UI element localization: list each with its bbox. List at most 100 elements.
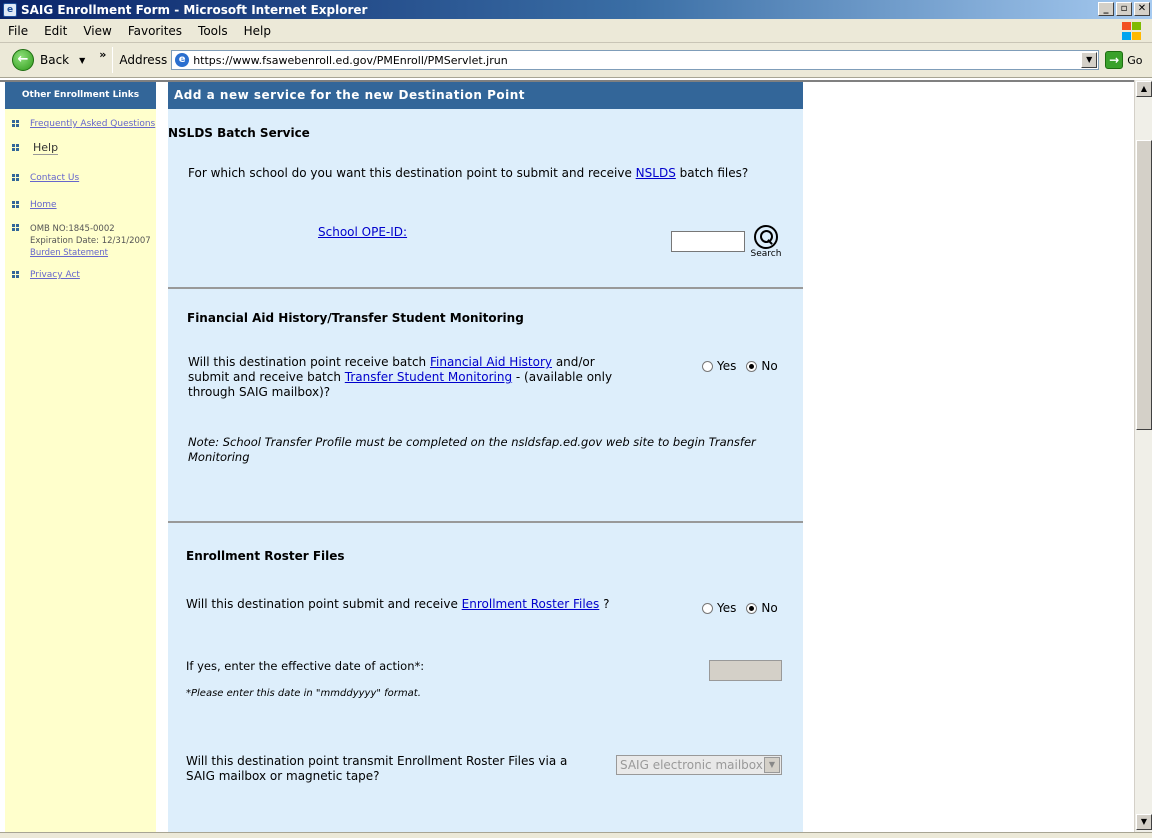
chevron-down-icon[interactable]: ▼: [764, 757, 780, 773]
roster-yes-label: Yes: [717, 601, 737, 615]
sidebar-item-home: Home: [12, 200, 57, 210]
bullet-icon: [12, 271, 19, 278]
omb-number: OMB NO:1845-0002: [30, 224, 115, 234]
go-arrow-icon: →: [1105, 51, 1124, 69]
financial-aid-history-link[interactable]: Financial Aid History: [430, 355, 552, 369]
fah-no-label: No: [761, 359, 778, 373]
nslds-title: NSLDS Batch Service: [168, 126, 310, 140]
transmit-question: Will this destination point transmit Enr…: [186, 754, 568, 783]
fah-yes-option: Yes: [702, 359, 736, 373]
home-link[interactable]: Home: [30, 200, 57, 210]
maximize-button[interactable]: ▫: [1116, 2, 1132, 16]
enrollment-roster-files-link[interactable]: Enrollment Roster Files: [462, 597, 600, 611]
sidebar-header: Other Enrollment Links: [5, 82, 156, 109]
ie-app-icon: e: [3, 2, 17, 17]
sidebar: Other Enrollment Links Frequently Asked …: [5, 82, 156, 832]
vertical-scrollbar[interactable]: ▲ ▼: [1134, 80, 1152, 832]
school-opeid-link[interactable]: School OPE-ID:: [318, 225, 407, 240]
school-opeid-input[interactable]: [671, 231, 745, 252]
menu-help[interactable]: Help: [244, 24, 271, 38]
close-button[interactable]: ✕: [1134, 2, 1150, 16]
menu-edit[interactable]: Edit: [44, 24, 67, 38]
transmit-method-value: SAIG electronic mailbox: [620, 758, 763, 772]
fah-radio-group: Yes No: [702, 359, 788, 373]
bullet-icon: [12, 201, 19, 208]
dropdown-arrow-icon[interactable]: ▼: [79, 56, 85, 65]
menu-file[interactable]: File: [8, 24, 28, 38]
section-divider: [168, 521, 803, 523]
address-url[interactable]: https://www.fsawebenroll.ed.gov/PMEnroll…: [193, 54, 507, 67]
help-link[interactable]: Help: [33, 141, 59, 155]
fah-yes-label: Yes: [717, 359, 737, 373]
effective-date-label: If yes, enter the effective date of acti…: [186, 659, 425, 673]
section-divider: [168, 287, 803, 289]
roster-question: Will this destination point submit and r…: [186, 597, 686, 612]
bullet-icon: [12, 174, 19, 181]
back-arrow-icon: ←: [12, 49, 34, 71]
menu-favorites[interactable]: Favorites: [128, 24, 182, 38]
window-controls: _ ▫ ✕: [1098, 2, 1150, 16]
fah-title: Financial Aid History/Transfer Student M…: [187, 311, 524, 325]
fah-no-radio[interactable]: [746, 360, 758, 372]
fah-question: Will this destination point receive batc…: [188, 355, 628, 400]
search-label: Search: [750, 249, 782, 259]
fah-no-option: No: [746, 359, 778, 373]
status-bar: [0, 832, 1152, 838]
menu-view[interactable]: View: [83, 24, 111, 38]
minimize-button[interactable]: _: [1098, 2, 1114, 16]
roster-title: Enrollment Roster Files: [186, 549, 345, 563]
address-dropdown-icon[interactable]: ▼: [1081, 52, 1098, 68]
roster-question-pre: Will this destination point submit and r…: [186, 597, 462, 611]
nslds-link[interactable]: NSLDS: [636, 166, 676, 180]
nslds-question-post: batch files?: [675, 166, 749, 180]
bullet-icon: [12, 224, 19, 231]
toolbar-separator: [112, 47, 114, 73]
transfer-profile-note: Note: School Transfer Profile must be co…: [188, 435, 756, 464]
main-form: Add a new service for the new Destinatio…: [168, 82, 803, 832]
faq-link[interactable]: Frequently Asked Questions: [30, 119, 155, 129]
form-header: Add a new service for the new Destinatio…: [168, 82, 803, 109]
search-icon: [754, 225, 778, 249]
back-button[interactable]: ← Back ▼: [12, 49, 85, 71]
privacy-act-link[interactable]: Privacy Act: [30, 270, 80, 280]
sidebar-item-faq: Frequently Asked Questions: [12, 119, 155, 129]
sidebar-item-privacy: Privacy Act: [12, 270, 80, 280]
page-viewport: Other Enrollment Links Frequently Asked …: [0, 80, 1134, 832]
scroll-up-icon[interactable]: ▲: [1136, 81, 1152, 97]
omb-block: OMB NO:1845-0002 Expiration Date: 12/31/…: [30, 223, 151, 259]
date-format-hint: *Please enter this date in "mmddyyyy" fo…: [186, 688, 421, 699]
expiration-date: Expiration Date: 12/31/2007: [30, 236, 151, 246]
roster-yes-radio[interactable]: [702, 602, 713, 614]
scroll-down-icon[interactable]: ▼: [1136, 814, 1152, 830]
nslds-question-pre: For which school do you want this destin…: [188, 166, 636, 180]
roster-yes-option: Yes: [702, 601, 736, 615]
go-button[interactable]: → Go: [1105, 51, 1142, 69]
address-label: Address: [119, 53, 168, 67]
roster-no-option: No: [746, 601, 778, 615]
scroll-thumb[interactable]: [1136, 140, 1152, 430]
bullet-icon: [12, 120, 19, 127]
menu-tools[interactable]: Tools: [198, 24, 228, 38]
toolbar-chevron-icon[interactable]: »: [99, 48, 106, 61]
transfer-student-monitoring-link[interactable]: Transfer Student Monitoring: [345, 370, 512, 384]
toolbar: ← Back ▼ » Address e https://www.fsawebe…: [0, 43, 1152, 78]
search-button[interactable]: Search: [749, 225, 783, 259]
windows-logo-icon: [1120, 21, 1144, 41]
sidebar-item-omb: OMB NO:1845-0002 Expiration Date: 12/31/…: [12, 223, 151, 259]
menu-bar: File Edit View Favorites Tools Help: [0, 19, 1152, 43]
window-title-bar: e SAIG Enrollment Form - Microsoft Inter…: [0, 0, 1152, 19]
sidebar-item-contact: Contact Us: [12, 173, 79, 183]
contact-link[interactable]: Contact Us: [30, 173, 79, 183]
fah-yes-radio[interactable]: [702, 360, 713, 372]
roster-no-radio[interactable]: [746, 602, 758, 614]
sidebar-item-help: Help: [12, 141, 59, 155]
transmit-method-select[interactable]: SAIG electronic mailbox ▼: [616, 755, 782, 775]
address-bar[interactable]: e https://www.fsawebenroll.ed.gov/PMEnro…: [171, 50, 1100, 70]
effective-date-input[interactable]: [709, 660, 782, 681]
burden-statement-link[interactable]: Burden Statement: [30, 248, 108, 258]
nslds-question: For which school do you want this destin…: [188, 166, 788, 181]
back-label: Back: [40, 53, 70, 67]
bullet-icon: [12, 144, 19, 151]
roster-question-post: ?: [599, 597, 610, 611]
go-label: Go: [1127, 53, 1143, 67]
